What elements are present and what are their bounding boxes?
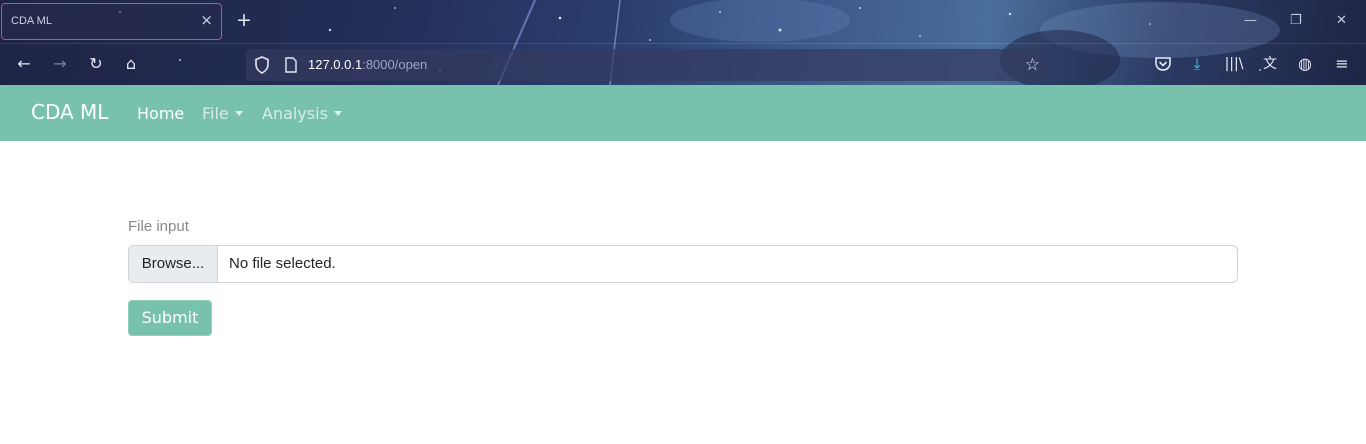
close-icon[interactable]: ×: [200, 11, 213, 29]
back-arrow-icon[interactable]: ←: [13, 54, 35, 74]
browser-toolbar: ← → ↻ ⌂ 127.0.0.1:8000/open ☆ ⤓ |||\ 文 ◍…: [0, 43, 1366, 85]
file-input[interactable]: Browse... No file selected.: [128, 245, 1238, 283]
browser-tab[interactable]: CDA ML ×: [1, 3, 222, 40]
url-host: 127.0.0.1: [308, 57, 363, 72]
download-icon[interactable]: ⤓: [1186, 54, 1208, 74]
nav-file-dropdown[interactable]: File: [202, 104, 243, 123]
file-status-text: No file selected.: [229, 255, 336, 272]
caret-down-icon: [234, 111, 243, 116]
globe-icon[interactable]: ◍: [1294, 54, 1316, 74]
tab-title: CDA ML: [11, 15, 52, 27]
star-icon[interactable]: ☆: [1025, 55, 1040, 75]
plus-icon[interactable]: +: [236, 11, 252, 30]
restore-icon[interactable]: ❐: [1290, 13, 1302, 28]
submit-button[interactable]: Submit: [128, 300, 212, 336]
address-bar[interactable]: 127.0.0.1:8000/open ☆: [246, 49, 1048, 81]
reload-icon[interactable]: ↻: [85, 54, 107, 74]
nav-analysis-label: Analysis: [262, 104, 328, 123]
app-navbar: CDA ML Home File Analysis: [0, 85, 1366, 141]
menu-icon[interactable]: ≡: [1331, 54, 1353, 74]
minimize-icon[interactable]: —: [1244, 13, 1257, 28]
brand-logo[interactable]: CDA ML: [31, 100, 108, 124]
library-icon[interactable]: |||\: [1223, 54, 1245, 74]
nav-home-link[interactable]: Home: [137, 104, 184, 123]
home-icon[interactable]: ⌂: [120, 54, 142, 74]
url-text[interactable]: 127.0.0.1:8000/open: [308, 57, 427, 72]
browser-chrome: CDA ML × + — ❐ ✕ ← → ↻ ⌂ 127.0.0.1:8000/…: [0, 0, 1366, 85]
pocket-icon[interactable]: [1152, 56, 1174, 72]
browse-button[interactable]: Browse...: [129, 246, 218, 282]
translate-icon[interactable]: 文: [1259, 54, 1281, 74]
close-icon[interactable]: ✕: [1336, 13, 1347, 28]
url-path: :8000/open: [362, 57, 428, 72]
file-input-label: File input: [128, 218, 189, 235]
forward-arrow-icon[interactable]: →: [49, 54, 71, 74]
caret-down-icon: [333, 111, 342, 116]
page-icon[interactable]: [284, 57, 298, 73]
nav-file-label: File: [202, 104, 229, 123]
nav-analysis-dropdown[interactable]: Analysis: [262, 104, 342, 123]
shield-icon[interactable]: [254, 56, 270, 74]
